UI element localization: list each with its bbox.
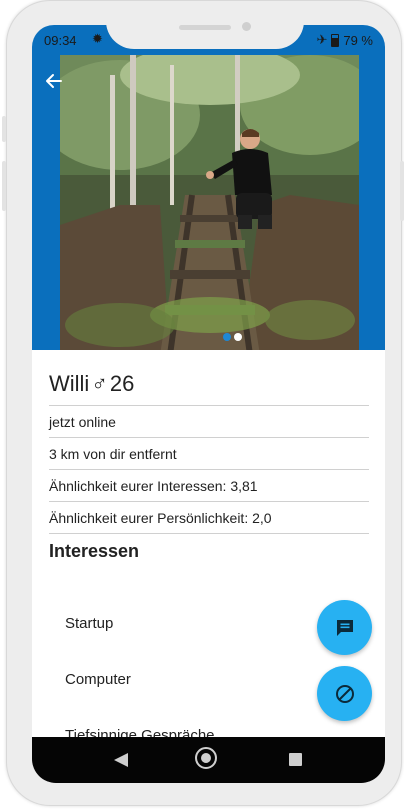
profile-name-age: Willi ♂ 26 — [49, 371, 134, 397]
interest-item: Startup — [65, 615, 114, 632]
profile-photo[interactable] — [60, 55, 359, 350]
interests-title: Interessen — [49, 541, 140, 561]
carousel-dot[interactable] — [234, 333, 242, 341]
divider — [49, 405, 369, 406]
side-button-right — [400, 161, 404, 221]
male-icon: ♂ — [91, 371, 108, 396]
online-status: jetzt online — [49, 414, 116, 430]
block-button[interactable] — [317, 666, 372, 721]
phone-notch — [106, 1, 304, 49]
carousel-dot-active[interactable] — [223, 333, 231, 341]
square-recent-icon[interactable] — [289, 753, 302, 766]
arrow-left-icon[interactable] — [44, 71, 64, 95]
chat-icon — [336, 619, 353, 636]
carousel-indicator — [223, 333, 242, 341]
side-button-left-2 — [2, 161, 6, 211]
divider — [49, 501, 369, 502]
profile-photo-area — [32, 55, 385, 350]
block-icon — [335, 684, 354, 703]
status-indicators: ✈ 79 % — [316, 32, 373, 48]
profile-age: 26 — [109, 371, 135, 396]
divider — [49, 469, 369, 470]
front-camera — [242, 22, 251, 31]
battery-icon — [331, 33, 340, 47]
status-time: 09:34 — [44, 33, 77, 48]
interest-similarity: Ähnlichkeit eurer Interessen: 3,81 — [49, 478, 258, 494]
circle-home-icon[interactable] — [195, 747, 217, 769]
divider — [49, 437, 369, 438]
triangle-back-icon[interactable] — [114, 753, 128, 767]
system-nav-bar — [32, 737, 385, 783]
speaker-grille — [179, 25, 231, 30]
interest-item: Computer — [65, 671, 131, 688]
airplane-icon: ✈ — [316, 32, 328, 47]
profile-name: Willi — [49, 371, 90, 396]
chat-button[interactable] — [317, 600, 372, 655]
divider — [49, 533, 369, 534]
phone-frame: 09:34 ✹ ✈ 79 % Willi ♂ 26 jetzt online 3… — [2, 0, 404, 806]
battery-percent: 79 % — [343, 32, 373, 48]
brightness-icon: ✹ — [92, 31, 103, 46]
photo-illustration — [60, 55, 359, 350]
distance-text: 3 km von dir entfernt — [49, 446, 177, 462]
side-button-left — [2, 116, 6, 142]
personality-similarity: Ähnlichkeit eurer Persönlichkeit: 2,0 — [49, 510, 272, 526]
app-screen: 09:34 ✹ ✈ 79 % Willi ♂ 26 jetzt online 3… — [32, 25, 385, 783]
